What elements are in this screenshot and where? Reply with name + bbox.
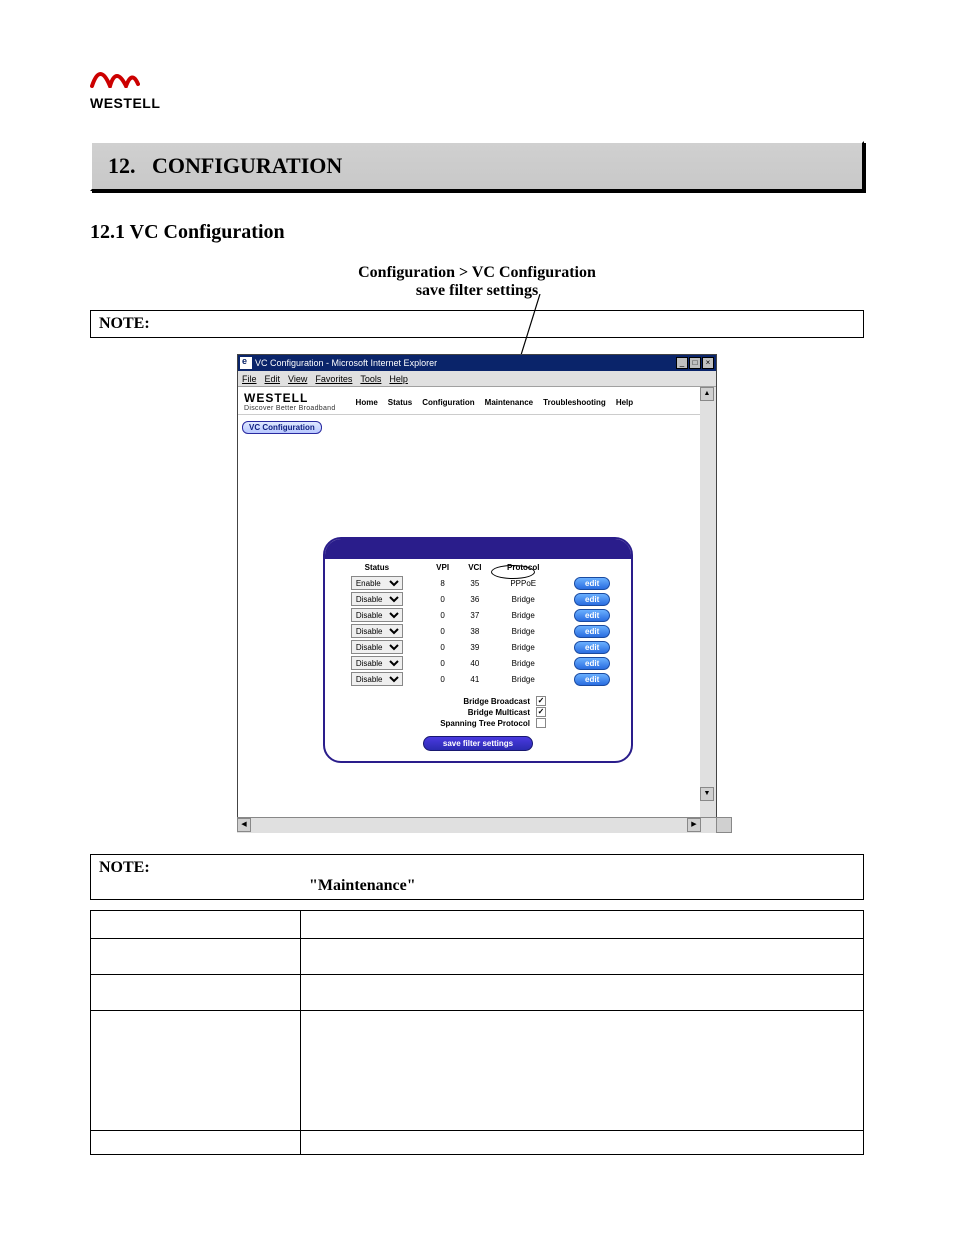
- nav-help[interactable]: Help: [614, 397, 635, 408]
- menu-favorites[interactable]: Favorites: [315, 374, 352, 384]
- scroll-right-icon[interactable]: ▶: [687, 818, 701, 832]
- table-row: Disable 0 40 Bridge edit: [329, 656, 627, 670]
- col-vci: VCI: [461, 561, 490, 574]
- ie-icon: [240, 357, 252, 369]
- menu-edit[interactable]: Edit: [265, 374, 281, 384]
- section-header-bar: 12. CONFIGURATION: [90, 141, 864, 191]
- status-select-2[interactable]: Disable: [351, 608, 403, 622]
- spanning-tree-label: Spanning Tree Protocol: [410, 719, 530, 728]
- def-row: [91, 1011, 301, 1131]
- nav-configuration[interactable]: Configuration: [420, 397, 476, 408]
- edit-button-5[interactable]: edit: [574, 657, 610, 670]
- resize-corner: [716, 817, 732, 833]
- note-2-label: NOTE:: [99, 859, 150, 876]
- window-title: VC Configuration - Microsoft Internet Ex…: [255, 358, 676, 368]
- def-row: [91, 975, 301, 1011]
- horizontal-scrollbar[interactable]: ◀ ▶: [237, 817, 717, 833]
- maximize-button[interactable]: □: [689, 357, 701, 369]
- nav-maintenance[interactable]: Maintenance: [483, 397, 535, 408]
- bridge-multicast-label: Bridge Multicast: [410, 708, 530, 717]
- status-select-5[interactable]: Disable: [351, 656, 403, 670]
- page-brand: WESTELL Discover Better Broadband: [244, 391, 336, 412]
- def-row: [91, 1131, 301, 1155]
- section-number: 12.: [108, 153, 136, 178]
- def-row: [91, 939, 301, 975]
- scroll-down-icon[interactable]: ▼: [700, 787, 714, 801]
- edit-button-6[interactable]: edit: [574, 673, 610, 686]
- edit-button-3[interactable]: edit: [574, 625, 610, 638]
- edit-button-4[interactable]: edit: [574, 641, 610, 654]
- menu-view[interactable]: View: [288, 374, 307, 384]
- minimize-button[interactable]: _: [676, 357, 688, 369]
- menu-file[interactable]: File: [242, 374, 257, 384]
- col-protocol: Protocol: [493, 561, 553, 574]
- breadcrumb-sub: save filter settings: [90, 282, 864, 300]
- table-row: Disable 0 36 Bridge edit: [329, 592, 627, 606]
- status-select-6[interactable]: Disable: [351, 672, 403, 686]
- scroll-up-icon[interactable]: ▲: [700, 387, 714, 401]
- close-button[interactable]: ×: [702, 357, 714, 369]
- save-filter-settings-button[interactable]: save filter settings: [423, 736, 533, 751]
- logo-text: WESTELL: [90, 95, 864, 111]
- table-row: Enable 8 35 PPPoE edit: [329, 576, 627, 590]
- note-box-1: NOTE:: [90, 310, 864, 338]
- menu-tools[interactable]: Tools: [360, 374, 381, 384]
- table-row: Disable 0 39 Bridge edit: [329, 640, 627, 654]
- col-edit: [557, 561, 627, 574]
- bridge-broadcast-label: Bridge Broadcast: [410, 697, 530, 706]
- status-select-3[interactable]: Disable: [351, 624, 403, 638]
- subsection-heading: 12.1 VC Configuration: [90, 221, 864, 244]
- note-box-2: NOTE: "Maintenance": [90, 854, 864, 900]
- logo-swoosh-icon: [90, 60, 140, 88]
- note-2-emphasis: "Maintenance": [309, 877, 855, 895]
- status-select-0[interactable]: Enable: [351, 576, 403, 590]
- section-title: CONFIGURATION: [152, 153, 342, 178]
- bridge-multicast-checkbox[interactable]: ✓: [536, 707, 546, 717]
- brand-logo: WESTELL: [90, 60, 864, 111]
- vertical-scrollbar[interactable]: ▲ ▼: [700, 387, 716, 817]
- spanning-tree-checkbox[interactable]: [536, 718, 546, 728]
- edit-button-1[interactable]: edit: [574, 593, 610, 606]
- top-nav: Home Status Configuration Maintenance Tr…: [354, 397, 636, 408]
- breadcrumb-line: Configuration > VC Configuration: [90, 264, 864, 282]
- edit-button-0[interactable]: edit: [574, 577, 610, 590]
- browser-window: VC Configuration - Microsoft Internet Ex…: [237, 354, 717, 818]
- vc-config-panel: Status VPI VCI Protocol Enable 8 35 PPPo…: [323, 537, 633, 763]
- note-1-label: NOTE:: [99, 315, 150, 332]
- bridge-broadcast-checkbox[interactable]: ✓: [536, 696, 546, 706]
- table-row: Disable 0 41 Bridge edit: [329, 672, 627, 686]
- status-select-4[interactable]: Disable: [351, 640, 403, 654]
- status-select-1[interactable]: Disable: [351, 592, 403, 606]
- def-row: [91, 911, 301, 939]
- col-vpi: VPI: [429, 561, 457, 574]
- browser-titlebar: VC Configuration - Microsoft Internet Ex…: [238, 355, 716, 371]
- definition-table: [90, 910, 864, 1155]
- nav-troubleshooting[interactable]: Troubleshooting: [541, 397, 608, 408]
- scroll-left-icon[interactable]: ◀: [237, 818, 251, 832]
- browser-menubar: File Edit View Favorites Tools Help: [238, 371, 716, 387]
- col-status: Status: [329, 561, 425, 574]
- panel-header-bar: [325, 539, 631, 559]
- nav-status[interactable]: Status: [386, 397, 414, 408]
- table-row: Disable 0 38 Bridge edit: [329, 624, 627, 638]
- edit-button-2[interactable]: edit: [574, 609, 610, 622]
- nav-home[interactable]: Home: [354, 397, 380, 408]
- table-row: Disable 0 37 Bridge edit: [329, 608, 627, 622]
- sidebar-vc-configuration[interactable]: VC Configuration: [242, 421, 322, 434]
- browser-content: WESTELL Discover Better Broadband Home S…: [238, 387, 716, 817]
- vc-table: Status VPI VCI Protocol Enable 8 35 PPPo…: [325, 559, 631, 688]
- menu-help[interactable]: Help: [389, 374, 408, 384]
